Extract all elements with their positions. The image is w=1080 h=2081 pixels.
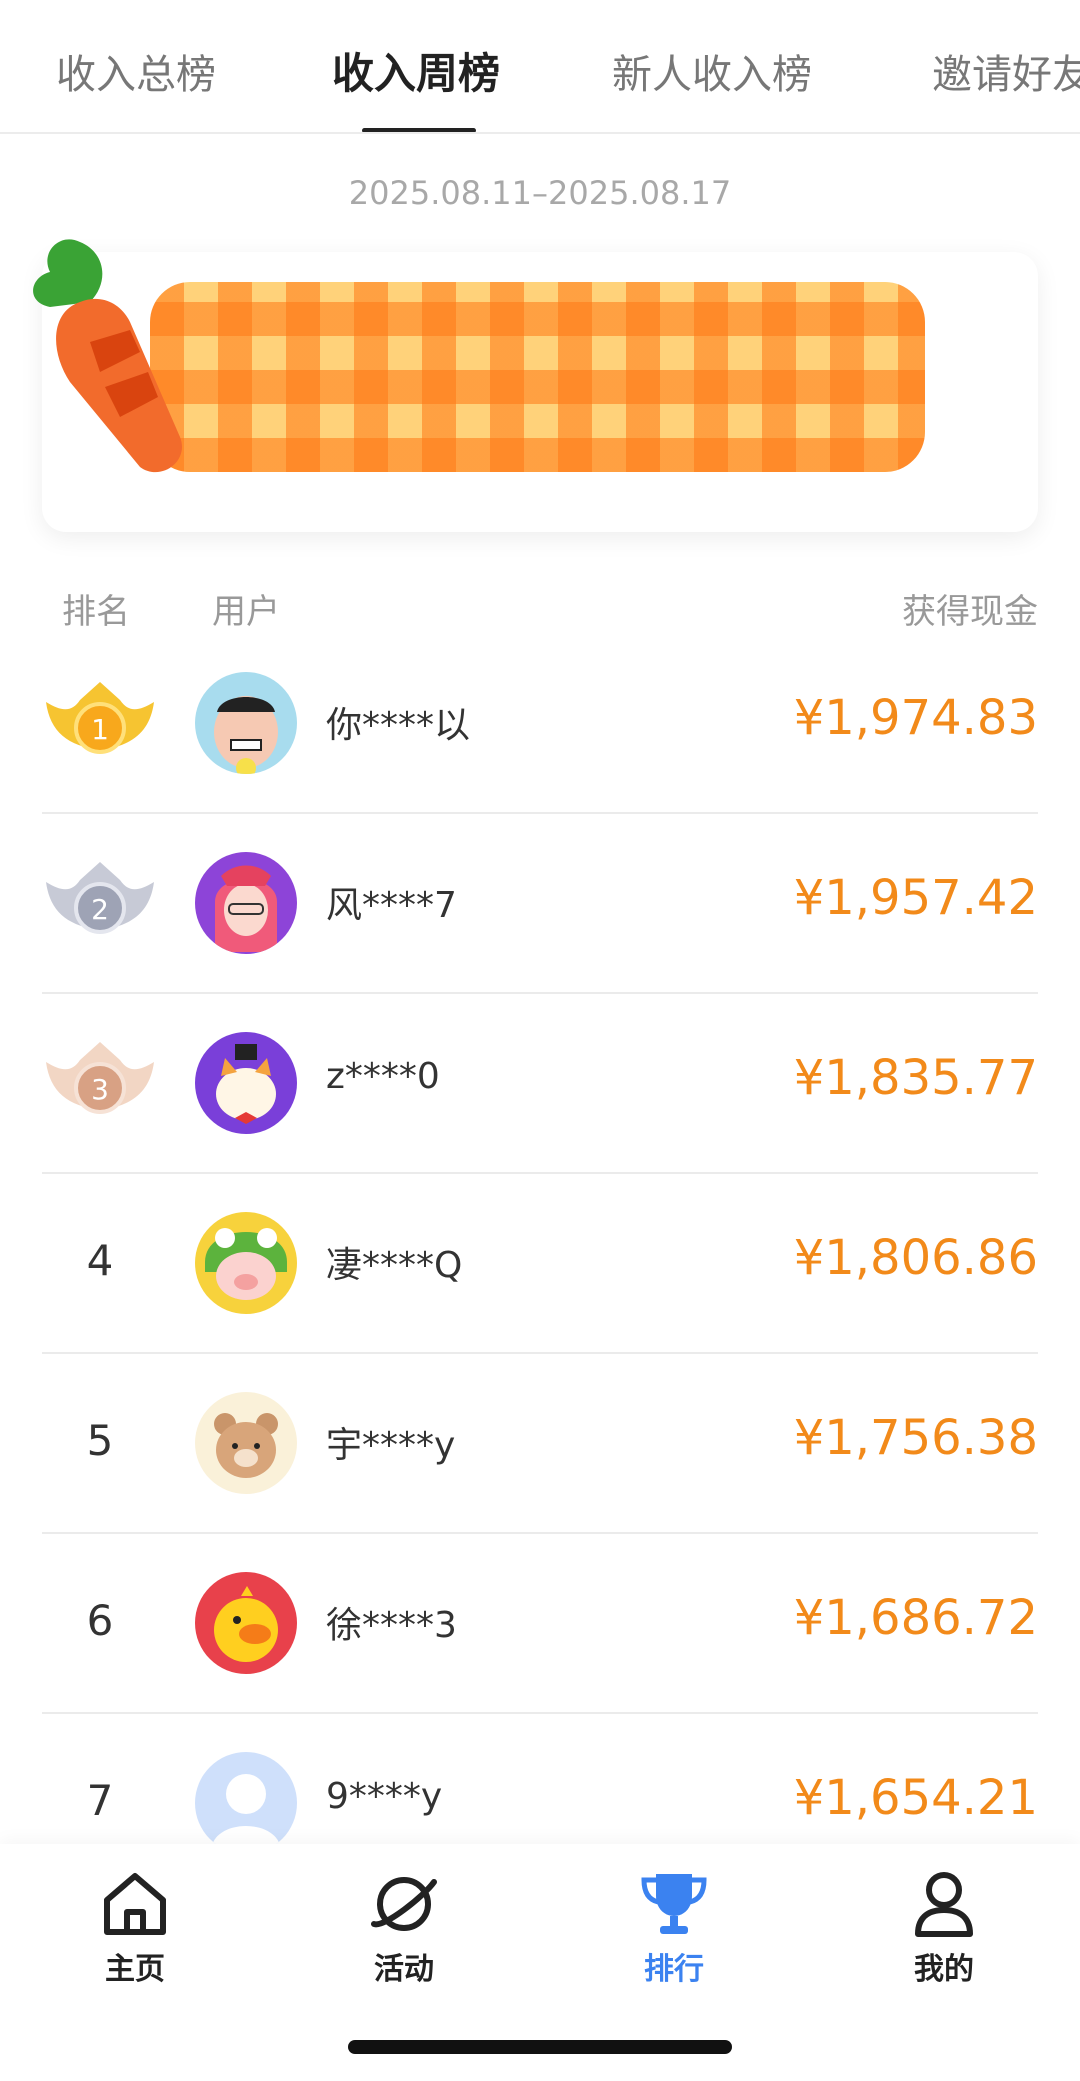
rank-number: 5: [86, 1416, 114, 1465]
username: 宇****y: [326, 1425, 456, 1466]
pig-frog-avatar[interactable]: [195, 1212, 297, 1314]
nav-ranking[interactable]: 排行: [604, 1866, 744, 1988]
silver-crown-medal-icon: 2: [46, 862, 154, 934]
duck-avatar[interactable]: [195, 1572, 297, 1674]
planet-icon: [371, 1877, 437, 1931]
cash-amount: ¥1,957.42: [793, 870, 1038, 926]
default-avatar[interactable]: [195, 1752, 297, 1854]
ranking-row[interactable]: 1 你****以 ¥1,974.83: [42, 634, 1038, 814]
nav-mine-label: 我的: [914, 1952, 974, 1987]
nav-activity[interactable]: 活动: [334, 1866, 474, 1988]
nav-home-label: 主页: [105, 1952, 165, 1987]
banner-checkered-strip: [150, 282, 925, 472]
svg-text:1: 1: [91, 713, 109, 746]
username: 9****y: [326, 1776, 443, 1817]
ranking-row[interactable]: 2 风****7 ¥1,957.42: [42, 814, 1038, 994]
cash-column-header: 获得现金: [902, 592, 1038, 632]
ranking-row[interactable]: 6 徐****3 ¥1,686.72: [42, 1534, 1038, 1714]
cat-avatar[interactable]: [195, 1032, 297, 1134]
username: 徐****3: [326, 1605, 457, 1646]
cash-amount: ¥1,686.72: [793, 1590, 1038, 1646]
home-indicator[interactable]: [348, 2040, 732, 2054]
rank-number: 7: [86, 1776, 114, 1825]
tab-total-income[interactable]: 收入总榜: [56, 42, 216, 100]
list-header: 排名 用户 获得现金: [0, 584, 1080, 634]
date-range: 2025.08.11–2025.08.17: [348, 174, 732, 212]
cash-amount: ¥1,835.77: [793, 1050, 1038, 1106]
bear-avatar[interactable]: [195, 1392, 297, 1494]
cash-amount: ¥1,974.83: [793, 690, 1038, 746]
svg-text:3: 3: [91, 1073, 109, 1106]
rank-number: 4: [86, 1236, 114, 1285]
trophy-icon: [641, 1874, 707, 1934]
tab-weekly-income[interactable]: 收入周榜: [332, 40, 500, 101]
user-icon: [915, 1872, 973, 1937]
cash-amount: ¥1,756.38: [793, 1410, 1038, 1466]
tab-bar: 收入总榜 收入周榜 新人收入榜 邀请好友: [0, 0, 1080, 134]
username: 凄****Q: [326, 1245, 463, 1286]
home-icon: [104, 1873, 166, 1935]
svg-text:2: 2: [91, 893, 109, 926]
tab-invite-friends[interactable]: 邀请好友: [932, 42, 1080, 100]
carrot-icon: [33, 239, 182, 473]
ranking-row[interactable]: 4 凄****Q ¥1,806.86: [42, 1174, 1038, 1354]
user-column-header: 用户: [212, 592, 280, 632]
active-tab-indicator: [362, 128, 476, 132]
rank-number: 6: [86, 1596, 114, 1645]
anime-girl-avatar[interactable]: [195, 852, 297, 954]
nav-ranking-label: 排行: [644, 1952, 704, 1987]
bronze-crown-medal-icon: 3: [46, 1042, 154, 1114]
cash-amount: ¥1,806.86: [793, 1230, 1038, 1286]
nav-home[interactable]: 主页: [65, 1866, 205, 1988]
gold-crown-medal-icon: 1: [46, 682, 154, 754]
ranking-row[interactable]: 5 宇****y ¥1,756.38: [42, 1354, 1038, 1534]
username: 你****以: [326, 705, 471, 746]
cartoon-man-avatar[interactable]: [195, 672, 297, 774]
nav-activity-label: 活动: [374, 1952, 434, 1987]
rank-column-header: 排名: [62, 592, 130, 632]
cash-amount: ¥1,654.21: [793, 1770, 1038, 1826]
nav-mine[interactable]: 我的: [874, 1866, 1014, 1988]
ranking-row[interactable]: 3 z****0 ¥1,835.77: [42, 994, 1038, 1174]
username: z****0: [326, 1056, 440, 1097]
tab-newcomer-income[interactable]: 新人收入榜: [612, 42, 812, 100]
username: 风****7: [326, 885, 457, 926]
